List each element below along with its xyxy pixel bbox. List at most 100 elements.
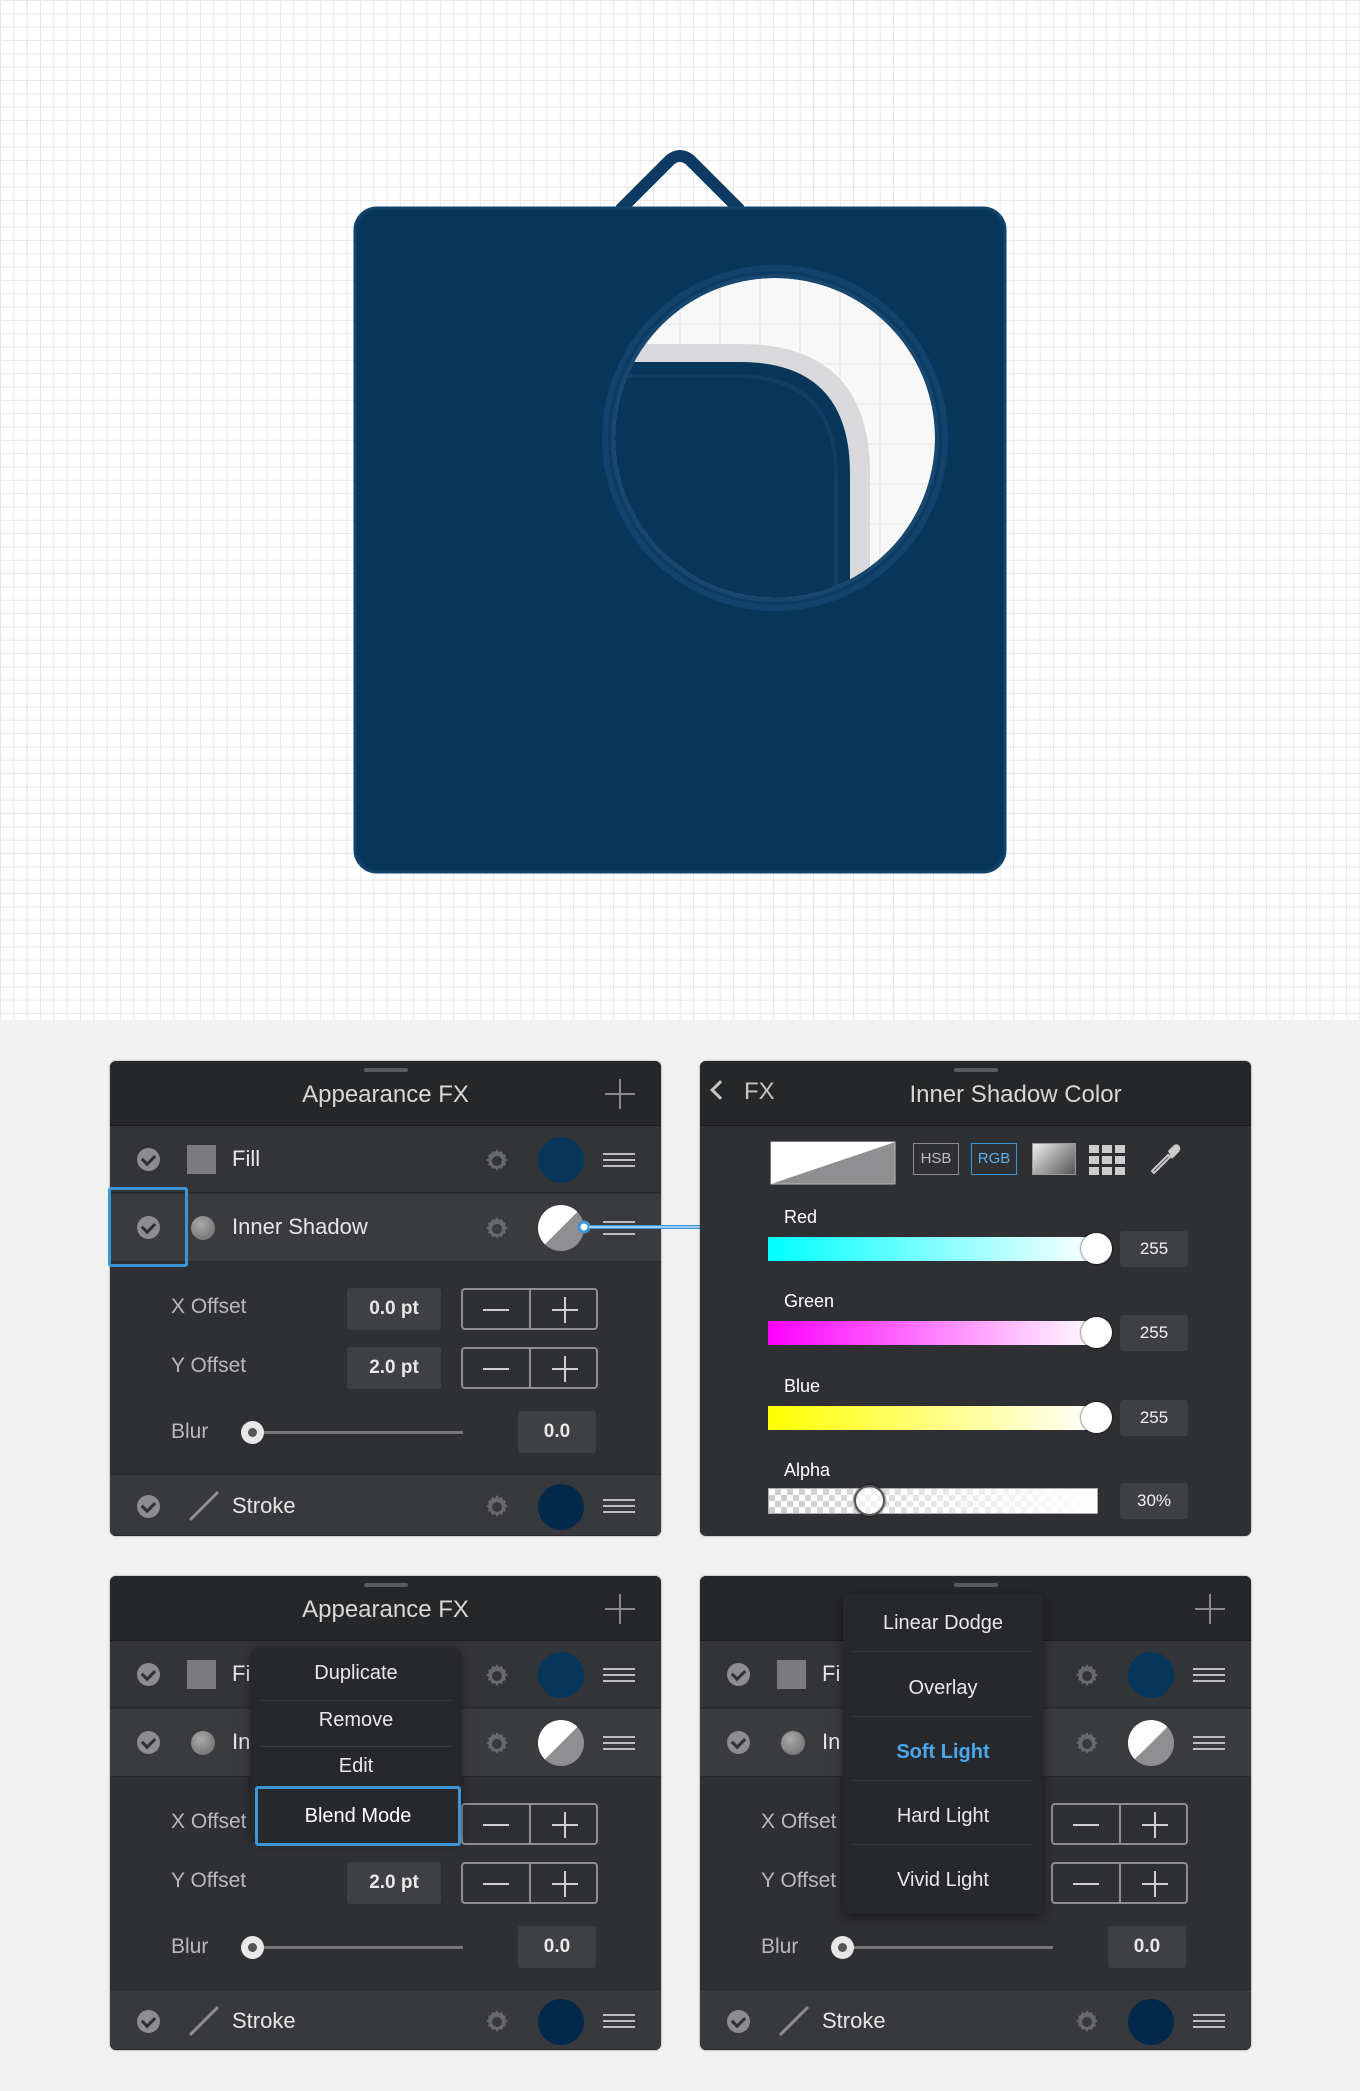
checkmark-icon[interactable] — [727, 2010, 750, 2033]
fx-row-stroke[interactable]: Stroke — [700, 1989, 1251, 2050]
x-offset-label: X Offset — [171, 1810, 247, 1833]
inner-shadow-color-well[interactable] — [1128, 1720, 1174, 1766]
inner-shadow-color-panel: FX Inner Shadow Color HSB RGB Red 255 Gr… — [700, 1061, 1251, 1536]
red-value-field[interactable]: 255 — [1120, 1231, 1188, 1267]
y-offset-stepper[interactable] — [461, 1862, 598, 1904]
blur-slider-knob[interactable] — [241, 1936, 264, 1959]
fx-row-label: In — [232, 1729, 251, 1754]
drag-handle[interactable] — [363, 1583, 408, 1587]
alpha-slider-track[interactable] — [768, 1488, 1098, 1514]
checkmark-icon[interactable] — [137, 1663, 160, 1686]
panel-header: Appearance FX — [110, 1576, 661, 1641]
green-value-field[interactable]: 255 — [1120, 1315, 1188, 1351]
fill-swatch-icon — [187, 1660, 216, 1689]
alpha-value-field[interactable]: 30% — [1120, 1483, 1188, 1519]
gear-icon[interactable] — [1071, 2006, 1103, 2038]
gradient-mode-icon[interactable] — [1032, 1143, 1076, 1175]
menu-item-duplicate[interactable]: Duplicate — [251, 1662, 461, 1685]
appearance-fx-panel-menu: Appearance FX Fi In X Offset Y Offset 2.… — [110, 1576, 661, 2050]
gear-icon[interactable] — [1071, 1660, 1103, 1692]
red-slider-knob[interactable] — [1081, 1233, 1112, 1264]
minus-icon — [1073, 1883, 1099, 1885]
fx-row-label: Fi — [232, 1661, 251, 1686]
reorder-handle-icon[interactable] — [1193, 2014, 1225, 2028]
hsb-mode-button[interactable]: HSB — [913, 1143, 959, 1175]
inner-shadow-swatch-icon — [191, 1731, 215, 1755]
color-preview-swatch — [770, 1141, 896, 1185]
fill-color-well[interactable] — [1128, 1652, 1174, 1698]
fx-row-label: Fi — [822, 1661, 841, 1686]
gear-icon[interactable] — [481, 1660, 513, 1692]
panel-title: Appearance FX — [302, 1596, 469, 1623]
gear-icon[interactable] — [481, 1728, 513, 1760]
inner-shadow-swatch-icon — [781, 1731, 805, 1755]
chevron-left-icon[interactable] — [710, 1080, 730, 1100]
gear-icon[interactable] — [481, 2006, 513, 2038]
menu-item-remove[interactable]: Remove — [251, 1709, 461, 1732]
drag-handle[interactable] — [953, 1068, 998, 1072]
blend-mode-hard-light[interactable]: Hard Light — [843, 1805, 1043, 1828]
drag-handle[interactable] — [953, 1583, 998, 1587]
blur-label: Blur — [761, 1935, 799, 1958]
fx-row-stroke[interactable]: Stroke — [110, 1989, 661, 2050]
y-offset-label: Y Offset — [171, 1869, 247, 1892]
panel-title: Inner Shadow Color — [909, 1081, 1122, 1108]
blur-slider-track[interactable] — [252, 1946, 463, 1949]
checkmark-icon[interactable] — [727, 1731, 750, 1754]
panel-header: FX Inner Shadow Color — [700, 1061, 1251, 1126]
add-effect-button[interactable] — [1195, 1594, 1225, 1624]
y-offset-field[interactable]: 2.0 pt — [347, 1862, 441, 1904]
blend-mode-overlay[interactable]: Overlay — [843, 1677, 1043, 1700]
fill-color-well[interactable] — [538, 1652, 584, 1698]
red-label: Red — [784, 1207, 818, 1227]
gear-icon[interactable] — [1071, 1728, 1103, 1760]
checkmark-icon[interactable] — [137, 2010, 160, 2033]
swatch-grid-icon[interactable] — [1089, 1145, 1131, 1175]
menu-item-edit[interactable]: Edit — [251, 1755, 461, 1778]
x-offset-label: X Offset — [761, 1810, 837, 1833]
red-slider-track[interactable] — [768, 1237, 1098, 1261]
fill-swatch-icon — [777, 1660, 806, 1689]
stroke-color-well[interactable] — [1128, 1999, 1174, 2045]
reorder-handle-icon[interactable] — [1193, 1736, 1225, 1750]
checkmark-icon[interactable] — [137, 1731, 160, 1754]
blend-mode-linear-dodge[interactable]: Linear Dodge — [843, 1612, 1043, 1635]
stroke-color-well[interactable] — [538, 1999, 584, 2045]
blend-mode-soft-light[interactable]: Soft Light — [843, 1741, 1043, 1764]
add-effect-button[interactable] — [605, 1594, 635, 1624]
menu-item-blend-mode-label: Blend Mode — [304, 1805, 412, 1827]
x-offset-stepper[interactable] — [461, 1803, 598, 1845]
blue-value-field[interactable]: 255 — [1120, 1400, 1188, 1436]
reorder-handle-icon[interactable] — [603, 1668, 635, 1682]
stroke-swatch-icon — [778, 2005, 810, 2037]
alpha-slider-knob[interactable] — [854, 1485, 885, 1516]
blend-mode-list: Linear Dodge Overlay Soft Light Hard Lig… — [843, 1594, 1043, 1914]
y-offset-stepper[interactable] — [1051, 1862, 1188, 1904]
green-slider-knob[interactable] — [1081, 1317, 1112, 1348]
checkmark-icon[interactable] — [727, 1663, 750, 1686]
blur-field[interactable]: 0.0 — [1108, 1926, 1186, 1968]
blue-slider-knob[interactable] — [1081, 1402, 1112, 1433]
reorder-handle-icon[interactable] — [603, 2014, 635, 2028]
blend-mode-vivid-light[interactable]: Vivid Light — [843, 1869, 1043, 1892]
y-offset-label: Y Offset — [761, 1869, 837, 1892]
green-slider-track[interactable] — [768, 1321, 1098, 1345]
x-offset-stepper[interactable] — [1051, 1803, 1188, 1845]
rgb-mode-button[interactable]: RGB — [971, 1143, 1017, 1175]
reorder-handle-icon[interactable] — [603, 1736, 635, 1750]
menu-item-blend-mode[interactable]: Blend Mode — [255, 1786, 461, 1846]
minus-icon — [483, 1824, 509, 1826]
minus-icon — [1073, 1824, 1099, 1826]
reorder-handle-icon[interactable] — [1193, 1668, 1225, 1682]
stroke-swatch-icon — [188, 2005, 220, 2037]
inner-shadow-color-well[interactable] — [538, 1720, 584, 1766]
fx-row-label: Stroke — [822, 2008, 886, 2033]
fx-row-label: In — [822, 1729, 841, 1754]
blue-label: Blue — [784, 1376, 821, 1396]
eyedropper-icon[interactable] — [1148, 1141, 1184, 1177]
blur-slider-knob[interactable] — [831, 1936, 854, 1959]
blur-slider-track[interactable] — [842, 1946, 1053, 1949]
blur-field[interactable]: 0.0 — [518, 1926, 596, 1968]
appearance-fx-panel-blend: X Fi In X Offset Y Offset Blur 0.0 Strok… — [700, 1576, 1251, 2050]
blue-slider-track[interactable] — [768, 1406, 1098, 1430]
